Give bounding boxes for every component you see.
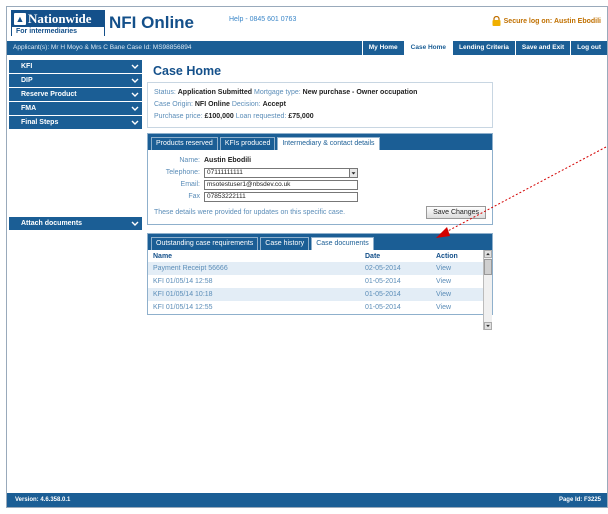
scroll-down-arrow-icon[interactable] bbox=[484, 322, 492, 330]
telephone-select[interactable]: 07111111111 bbox=[204, 167, 358, 178]
decision-label: Decision: bbox=[231, 101, 261, 108]
telephone-select-value: 07111111111 bbox=[204, 167, 358, 178]
document-date: 02-05-2014 bbox=[360, 262, 431, 275]
secure-logon-indicator: Secure log on: Austin Ebodili bbox=[492, 16, 601, 26]
name-label: Name: bbox=[179, 157, 200, 164]
chevron-down-icon bbox=[131, 78, 139, 83]
tab-case-history[interactable]: Case history bbox=[260, 237, 310, 250]
chevron-down-icon bbox=[131, 106, 139, 111]
column-header-action: Action bbox=[436, 252, 458, 260]
nationwide-logo: ▲ Nationwide For intermediaries bbox=[11, 10, 105, 36]
top-navigation: Applicant(s): Mr H Moyo & Mrs C Bane Cas… bbox=[7, 41, 607, 55]
loan-requested-value: £75,000 bbox=[288, 113, 314, 120]
email-field[interactable]: msotestuser1@nbsdev.co.uk bbox=[204, 179, 358, 190]
document-date: 01-05-2014 bbox=[365, 278, 401, 285]
tab-products-reserved[interactable]: Products reserved bbox=[151, 137, 218, 150]
purchase-price-label: Purchase price: bbox=[154, 113, 203, 120]
status-value: Application Submitted bbox=[177, 89, 253, 96]
document-name: KFI 01/05/14 10:18 bbox=[148, 288, 360, 301]
case-origin-value: NFI Online bbox=[194, 101, 230, 108]
view-link[interactable]: View bbox=[431, 275, 483, 288]
sidebar-item-label: Final Steps bbox=[21, 119, 59, 126]
sidebar-item-label: KFI bbox=[21, 63, 33, 70]
telephone-label: Telephone: bbox=[165, 169, 200, 176]
loan-requested-label: Loan requested: bbox=[235, 113, 287, 120]
view-link[interactable]: View bbox=[431, 288, 483, 301]
nav-tab-save-and-exit[interactable]: Save and Exit bbox=[514, 41, 571, 55]
mortgage-type-value: New purchase - Owner occupation bbox=[302, 89, 418, 96]
table-row: KFI 01/05/14 10:18 01-05-2014 View bbox=[148, 288, 483, 301]
logo-name: Nationwide bbox=[28, 11, 92, 26]
tab-case-documents[interactable]: Case documents bbox=[311, 237, 374, 250]
sidebar-item-reserve-product[interactable]: Reserve Product bbox=[9, 88, 142, 101]
applicant-case-id: Applicant(s): Mr H Moyo & Mrs C Bane Cas… bbox=[13, 44, 192, 51]
chevron-down-icon bbox=[131, 120, 139, 125]
tab-outstanding-case-requirements[interactable]: Outstanding case requirements bbox=[151, 237, 259, 250]
document-date: 01-05-2014 bbox=[365, 304, 401, 311]
help-phone-link[interactable]: Help - 0845 601 0763 bbox=[229, 16, 296, 23]
version-text: Version: 4.6.358.0.1 bbox=[15, 497, 71, 503]
mortgage-type-label: Mortgage type: bbox=[253, 89, 301, 96]
contact-details-panel: Products reserved KFIs produced Intermed… bbox=[147, 133, 493, 225]
status-label: Status: bbox=[154, 89, 176, 96]
case-documents-panel: Outstanding case requirements Case histo… bbox=[147, 233, 493, 330]
fax-label: Fax bbox=[188, 193, 200, 200]
header: ▲ Nationwide For intermediaries NFI Onli… bbox=[7, 7, 607, 41]
nav-tab-lending-criteria[interactable]: Lending Criteria bbox=[452, 41, 515, 55]
sidebar-item-final-steps[interactable]: Final Steps bbox=[9, 116, 142, 129]
document-name: KFI 01/05/14 12:58 bbox=[153, 278, 213, 285]
document-date: 01-05-2014 bbox=[360, 288, 431, 301]
nav-tab-case-home[interactable]: Case Home bbox=[403, 41, 453, 55]
contact-note: These details were provided for updates … bbox=[154, 209, 346, 216]
name-value: Austin Ebodili bbox=[204, 157, 252, 164]
logo-subtitle: For intermediaries bbox=[12, 27, 104, 36]
sidebar-item-label: Reserve Product bbox=[21, 91, 77, 98]
app-window: ▲ Nationwide For intermediaries NFI Onli… bbox=[6, 6, 608, 508]
nav-tab-my-home[interactable]: My Home bbox=[361, 41, 404, 55]
tab-intermediary-contact-details[interactable]: Intermediary & contact details bbox=[277, 137, 380, 150]
lock-icon bbox=[492, 16, 501, 26]
main-content: Case Home Status: Application Submitted … bbox=[147, 60, 493, 330]
document-name: KFI 01/05/14 12:55 bbox=[153, 304, 213, 311]
case-summary: Status: Application Submitted Mortgage t… bbox=[147, 82, 493, 128]
fax-field[interactable]: 07853222111 bbox=[204, 191, 358, 202]
sidebar-item-label: DIP bbox=[21, 77, 33, 84]
documents-scrollbar[interactable] bbox=[483, 250, 492, 330]
nationwide-mark-icon: ▲ bbox=[14, 13, 26, 25]
secure-logon-text: Secure log on: Austin Ebodili bbox=[503, 17, 601, 25]
sidebar-item-dip[interactable]: DIP bbox=[9, 74, 142, 87]
nav-tab-log-out[interactable]: Log out bbox=[570, 41, 607, 55]
chevron-down-icon bbox=[131, 64, 139, 69]
column-header-name: Name bbox=[153, 252, 173, 260]
purchase-price-value: £100,000 bbox=[204, 113, 234, 120]
sidebar-item-fma[interactable]: FMA bbox=[9, 102, 142, 115]
footer: Version: 4.6.358.0.1 Page Id: F3225 bbox=[7, 493, 607, 507]
scroll-thumb[interactable] bbox=[484, 259, 492, 275]
dropdown-arrow-icon bbox=[349, 167, 358, 178]
documents-table: Name Date Action Payment Receipt 56666 0… bbox=[148, 250, 483, 314]
document-name: Payment Receipt 56666 bbox=[148, 262, 360, 275]
chevron-down-icon bbox=[131, 92, 139, 97]
sidebar-item-label: Attach documents bbox=[21, 220, 83, 227]
sidebar-item-kfi[interactable]: KFI bbox=[9, 60, 142, 73]
chevron-down-icon bbox=[131, 221, 139, 226]
view-link[interactable]: View bbox=[431, 262, 483, 275]
table-row: KFI 01/05/14 12:55 01-05-2014 View bbox=[148, 301, 483, 314]
page-title: Case Home bbox=[153, 64, 222, 78]
scroll-up-arrow-icon[interactable] bbox=[484, 250, 492, 258]
sidebar-item-label: FMA bbox=[21, 105, 37, 112]
view-link[interactable]: View bbox=[431, 301, 483, 314]
table-row: Payment Receipt 56666 02-05-2014 View bbox=[148, 262, 483, 275]
case-origin-label: Case Origin: bbox=[154, 101, 193, 108]
sidebar-item-attach-documents[interactable]: Attach documents bbox=[9, 217, 142, 230]
sidebar: KFI DIP Reserve Product FMA Final Steps … bbox=[9, 60, 142, 231]
page-id-text: Page Id: F3225 bbox=[558, 497, 601, 503]
save-changes-button[interactable]: Save Changes bbox=[426, 206, 486, 219]
email-label: Email: bbox=[180, 181, 200, 188]
decision-value: Accept bbox=[262, 101, 286, 108]
column-header-date: Date bbox=[365, 252, 381, 260]
tab-kfis-produced[interactable]: KFIs produced bbox=[219, 137, 276, 150]
table-row: KFI 01/05/14 12:58 01-05-2014 View bbox=[148, 275, 483, 288]
product-title: NFI Online bbox=[109, 13, 194, 32]
